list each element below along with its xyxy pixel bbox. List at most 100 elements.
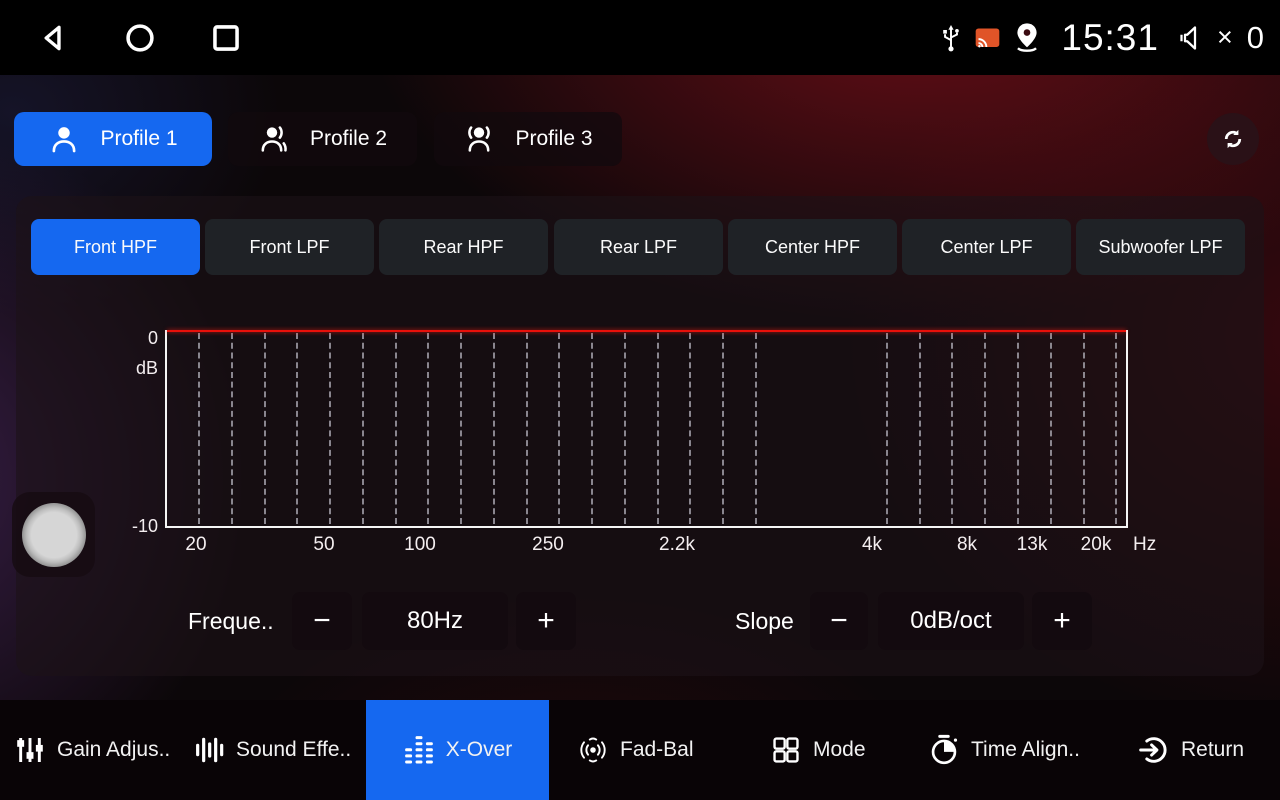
timer-icon [928, 734, 960, 766]
mixer-icon [14, 734, 46, 766]
gridline [689, 333, 691, 524]
gridline [591, 333, 593, 524]
back-icon [37, 21, 71, 55]
response-curve [167, 330, 1126, 332]
home-icon [123, 21, 157, 55]
filter-tab-label: Rear LPF [600, 237, 677, 258]
gridline [1050, 333, 1052, 524]
nav-item-label: Sound Effe.. [236, 738, 351, 762]
gridline [558, 333, 560, 524]
profile-tab-2[interactable]: Profile 2 [228, 112, 417, 166]
volume-times: × [1217, 22, 1233, 53]
nav-item-sound-effe[interactable]: Sound Effe.. [193, 700, 351, 800]
filter-tab-label: Rear HPF [423, 237, 503, 258]
gridline [231, 333, 233, 524]
filter-tab-label: Center LPF [940, 237, 1032, 258]
recents-button[interactable] [208, 20, 244, 56]
filter-tab-center-lpf[interactable]: Center LPF [902, 219, 1071, 275]
gridline [1083, 333, 1085, 524]
y-axis-unit-label: dB [108, 358, 158, 379]
gridline [984, 333, 986, 524]
person-icon [48, 123, 80, 155]
fadbal-icon [577, 734, 609, 766]
gridline [460, 333, 462, 524]
gridline [362, 333, 364, 524]
slope-label: Slope [735, 592, 794, 650]
gridline [296, 333, 298, 524]
gridline [624, 333, 626, 524]
filter-tab-rear-hpf[interactable]: Rear HPF [379, 219, 548, 275]
gridline [755, 333, 757, 524]
y-axis-top-label: 0 [108, 328, 158, 349]
frequency-value: 80Hz [362, 592, 508, 650]
x-tick-label: 2.2k [659, 534, 695, 556]
slope-plus-button[interactable]: + [1032, 592, 1092, 650]
gridline [329, 333, 331, 524]
nav-item-label: Return [1181, 738, 1244, 762]
bottom-nav: Gain Adjus.. Sound Effe.. X-Over Fad-Bal Mod… [0, 700, 1280, 800]
x-tick-label: 8k [957, 534, 977, 556]
person-group-icon [258, 123, 290, 155]
android-nav-buttons [36, 0, 244, 75]
x-tick-label: 13k [1017, 534, 1048, 556]
knob-circle [22, 503, 86, 567]
refresh-button[interactable] [1207, 113, 1259, 165]
gridline [395, 333, 397, 524]
equalizer-icon [403, 734, 435, 766]
floating-assist-button[interactable] [12, 492, 95, 577]
nav-item-fad-bal[interactable]: Fad-Bal [577, 700, 694, 800]
nav-item-label: Gain Adjus.. [57, 738, 170, 762]
gridline [951, 333, 953, 524]
nav-item-mode[interactable]: Mode [770, 700, 866, 800]
gridline [198, 333, 200, 524]
filter-tab-rear-lpf[interactable]: Rear LPF [554, 219, 723, 275]
filter-tab-front-lpf[interactable]: Front LPF [205, 219, 374, 275]
nav-item-label: Time Align.. [971, 738, 1080, 762]
filter-tab-subwoofer-lpf[interactable]: Subwoofer LPF [1076, 219, 1245, 275]
status-right-cluster: 15:31 × 0 [938, 0, 1264, 75]
recents-icon [209, 21, 243, 55]
gridline [493, 333, 495, 524]
gridline [264, 333, 266, 524]
return-icon [1138, 734, 1170, 766]
screen: 15:31 × 0 Profile 1 Profile 2 Profile 3 Fr… [0, 0, 1280, 800]
x-tick-label: 50 [313, 534, 334, 556]
filter-tab-label: Subwoofer LPF [1098, 237, 1222, 258]
slope-minus-button[interactable]: − [810, 592, 868, 650]
gridline [657, 333, 659, 524]
nav-item-time-align[interactable]: Time Align.. [928, 700, 1080, 800]
frequency-response-plot[interactable] [165, 330, 1128, 528]
gridline [1017, 333, 1019, 524]
gridline [1115, 333, 1117, 524]
filter-tab-center-hpf[interactable]: Center HPF [728, 219, 897, 275]
gridline [722, 333, 724, 524]
profile-tab-label: Profile 3 [515, 127, 592, 151]
nav-item-x-over[interactable]: X-Over [366, 700, 549, 800]
clock: 15:31 [1061, 17, 1159, 59]
x-tick-label: 20k [1081, 534, 1112, 556]
nav-item-return[interactable]: Return [1138, 700, 1244, 800]
nav-item-label: Fad-Bal [620, 738, 694, 762]
frequency-plus-button[interactable]: + [516, 592, 576, 650]
x-axis-unit-label: Hz [1133, 534, 1156, 556]
nav-item-label: Mode [813, 738, 866, 762]
profile-tab-3[interactable]: Profile 3 [434, 112, 622, 166]
profile-tab-label: Profile 1 [100, 127, 177, 151]
profile-tab-1[interactable]: Profile 1 [14, 112, 212, 166]
x-tick-label: 250 [532, 534, 564, 556]
frequency-minus-button[interactable]: − [292, 592, 352, 650]
frequency-label: Freque.. [188, 592, 274, 650]
gridline [427, 333, 429, 524]
home-button[interactable] [122, 20, 158, 56]
gridline [919, 333, 921, 524]
nav-item-gain-adjus[interactable]: Gain Adjus.. [14, 700, 170, 800]
cast-icon [974, 26, 1001, 50]
y-axis-bottom-label: -10 [108, 516, 158, 537]
volume-muted-icon [1175, 23, 1205, 53]
back-button[interactable] [36, 20, 72, 56]
slope-value: 0dB/oct [878, 592, 1024, 650]
profile-tab-label: Profile 2 [310, 127, 387, 151]
nav-item-label: X-Over [446, 738, 513, 762]
usb-icon [938, 22, 964, 54]
filter-tab-front-hpf[interactable]: Front HPF [31, 219, 200, 275]
